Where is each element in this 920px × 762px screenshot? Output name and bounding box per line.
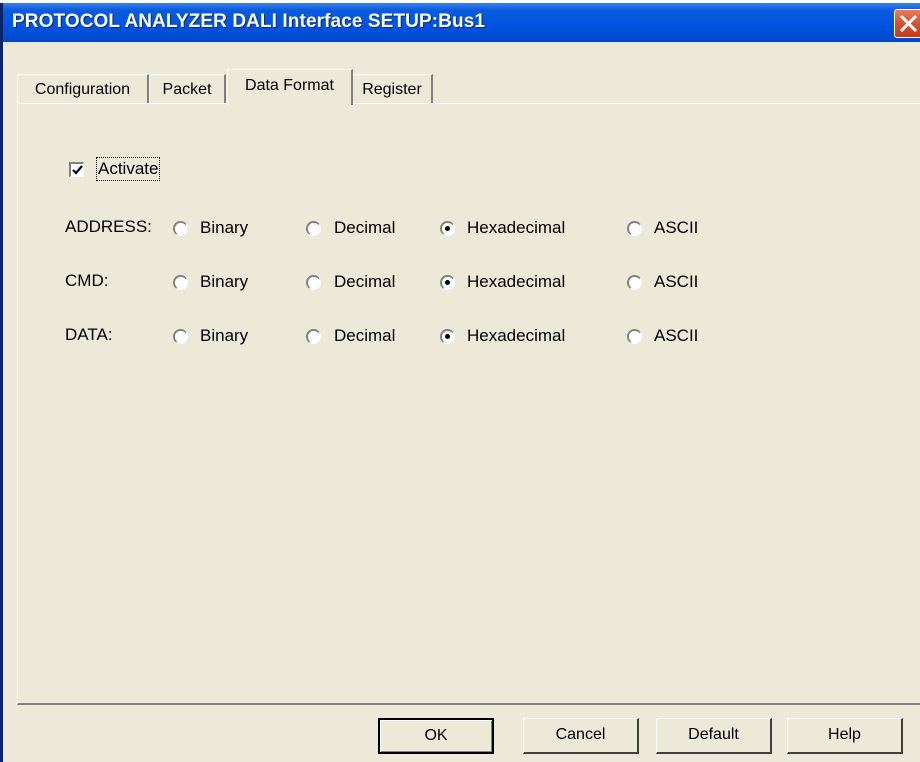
address-label: ADDRESS:: [65, 217, 152, 236]
cmd-binary-radio[interactable]: [173, 275, 188, 290]
title-bar[interactable]: PROTOCOL ANALYZER DALI Interface SETUP:B…: [3, 3, 920, 42]
tab-data-format-label: Data Format: [245, 77, 334, 94]
data-ascii-label[interactable]: ASCII: [654, 326, 698, 346]
data-label: DATA:: [65, 325, 113, 344]
tab-data-format[interactable]: Data Format: [227, 69, 353, 105]
address-ascii-label[interactable]: ASCII: [654, 218, 698, 238]
tab-packet-label: Packet: [162, 81, 212, 98]
data-binary-radio[interactable]: [173, 329, 188, 344]
tab-configuration-label: Configuration: [34, 81, 131, 98]
data-ascii-radio[interactable]: [627, 329, 642, 344]
close-button[interactable]: [894, 9, 920, 38]
data-hexadecimal-radio[interactable]: [440, 329, 455, 344]
address-decimal-radio[interactable]: [306, 221, 321, 236]
close-x-icon: [900, 15, 917, 32]
address-binary-radio[interactable]: [173, 221, 188, 236]
data-decimal-label[interactable]: Decimal: [334, 326, 395, 346]
activate-checkbox[interactable]: [69, 162, 84, 177]
address-binary-label[interactable]: Binary: [200, 218, 248, 238]
cmd-hexadecimal-radio[interactable]: [440, 275, 455, 290]
default-button[interactable]: Default: [656, 718, 772, 754]
data-decimal-radio[interactable]: [306, 329, 321, 344]
cmd-binary-label[interactable]: Binary: [200, 272, 248, 292]
address-ascii-radio[interactable]: [627, 221, 642, 236]
activate-label[interactable]: Activate: [95, 157, 161, 181]
cmd-ascii-radio[interactable]: [627, 275, 642, 290]
tab-configuration[interactable]: Configuration: [17, 74, 149, 104]
cmd-decimal-radio[interactable]: [306, 275, 321, 290]
window-title: PROTOCOL ANALYZER DALI Interface SETUP:B…: [12, 11, 486, 32]
address-decimal-label[interactable]: Decimal: [334, 218, 395, 238]
tab-register-label: Register: [362, 81, 422, 98]
tab-register[interactable]: Register: [352, 74, 433, 104]
cmd-decimal-label[interactable]: Decimal: [334, 272, 395, 292]
data-hexadecimal-label[interactable]: Hexadecimal: [467, 326, 565, 346]
data-format-panel: [17, 103, 920, 705]
ok-button[interactable]: OK: [378, 718, 494, 754]
address-hexadecimal-radio[interactable]: [440, 221, 455, 236]
data-binary-label[interactable]: Binary: [200, 326, 248, 346]
help-button[interactable]: Help: [787, 718, 903, 754]
cmd-label: CMD:: [65, 271, 109, 290]
checkmark-icon: [72, 165, 83, 175]
cmd-ascii-label[interactable]: ASCII: [654, 272, 698, 292]
setup-dialog: PROTOCOL ANALYZER DALI Interface SETUP:B…: [0, 3, 920, 762]
cancel-button[interactable]: Cancel: [523, 718, 639, 754]
address-hexadecimal-label[interactable]: Hexadecimal: [467, 218, 565, 238]
page: PROTOCOL ANALYZER DALI Interface SETUP:B…: [0, 0, 920, 762]
cmd-hexadecimal-label[interactable]: Hexadecimal: [467, 272, 565, 292]
tab-packet[interactable]: Packet: [149, 74, 226, 104]
